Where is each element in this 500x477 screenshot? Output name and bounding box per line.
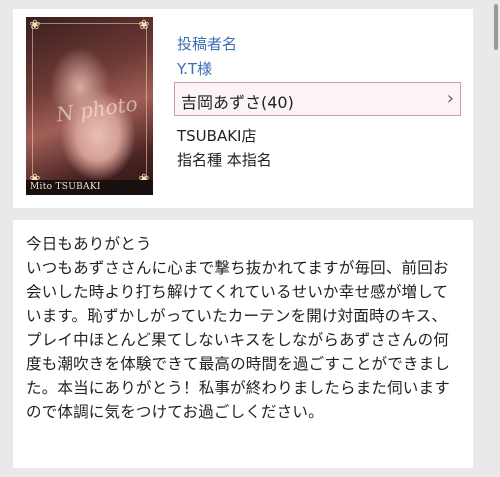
cast-link-button[interactable]: 吉岡あずさ(40) › [174,82,461,116]
review-header-card: ❀ ❀ ❀ ❀ N photo Mito TSUBAKI 投稿者名 Y.T様 吉… [13,9,473,208]
nomination-type: 指名種 本指名 [177,151,272,169]
cast-photo[interactable]: ❀ ❀ ❀ ❀ N photo Mito TSUBAKI [26,17,153,195]
photo-caption: Mito TSUBAKI [26,180,153,195]
scrollbar[interactable] [494,4,498,50]
chevron-right-icon: › [446,88,454,109]
poster-name[interactable]: Y.T様 [177,58,212,79]
review-text: 今日もありがとう いつもあずささんに心まで撃ち抜かれてますが毎回、前回お会いした… [26,235,451,421]
poster-label: 投稿者名 [177,35,238,53]
ornament-icon: ❀ [29,18,41,33]
ornament-icon: ❀ [138,18,150,33]
review-body-card: 今日もありがとう いつもあずささんに心まで撃ち抜かれてますが毎回、前回お会いした… [13,220,473,468]
store-name: TSUBAKI店 [177,127,257,145]
cast-name: 吉岡あずさ(40) [181,93,294,112]
